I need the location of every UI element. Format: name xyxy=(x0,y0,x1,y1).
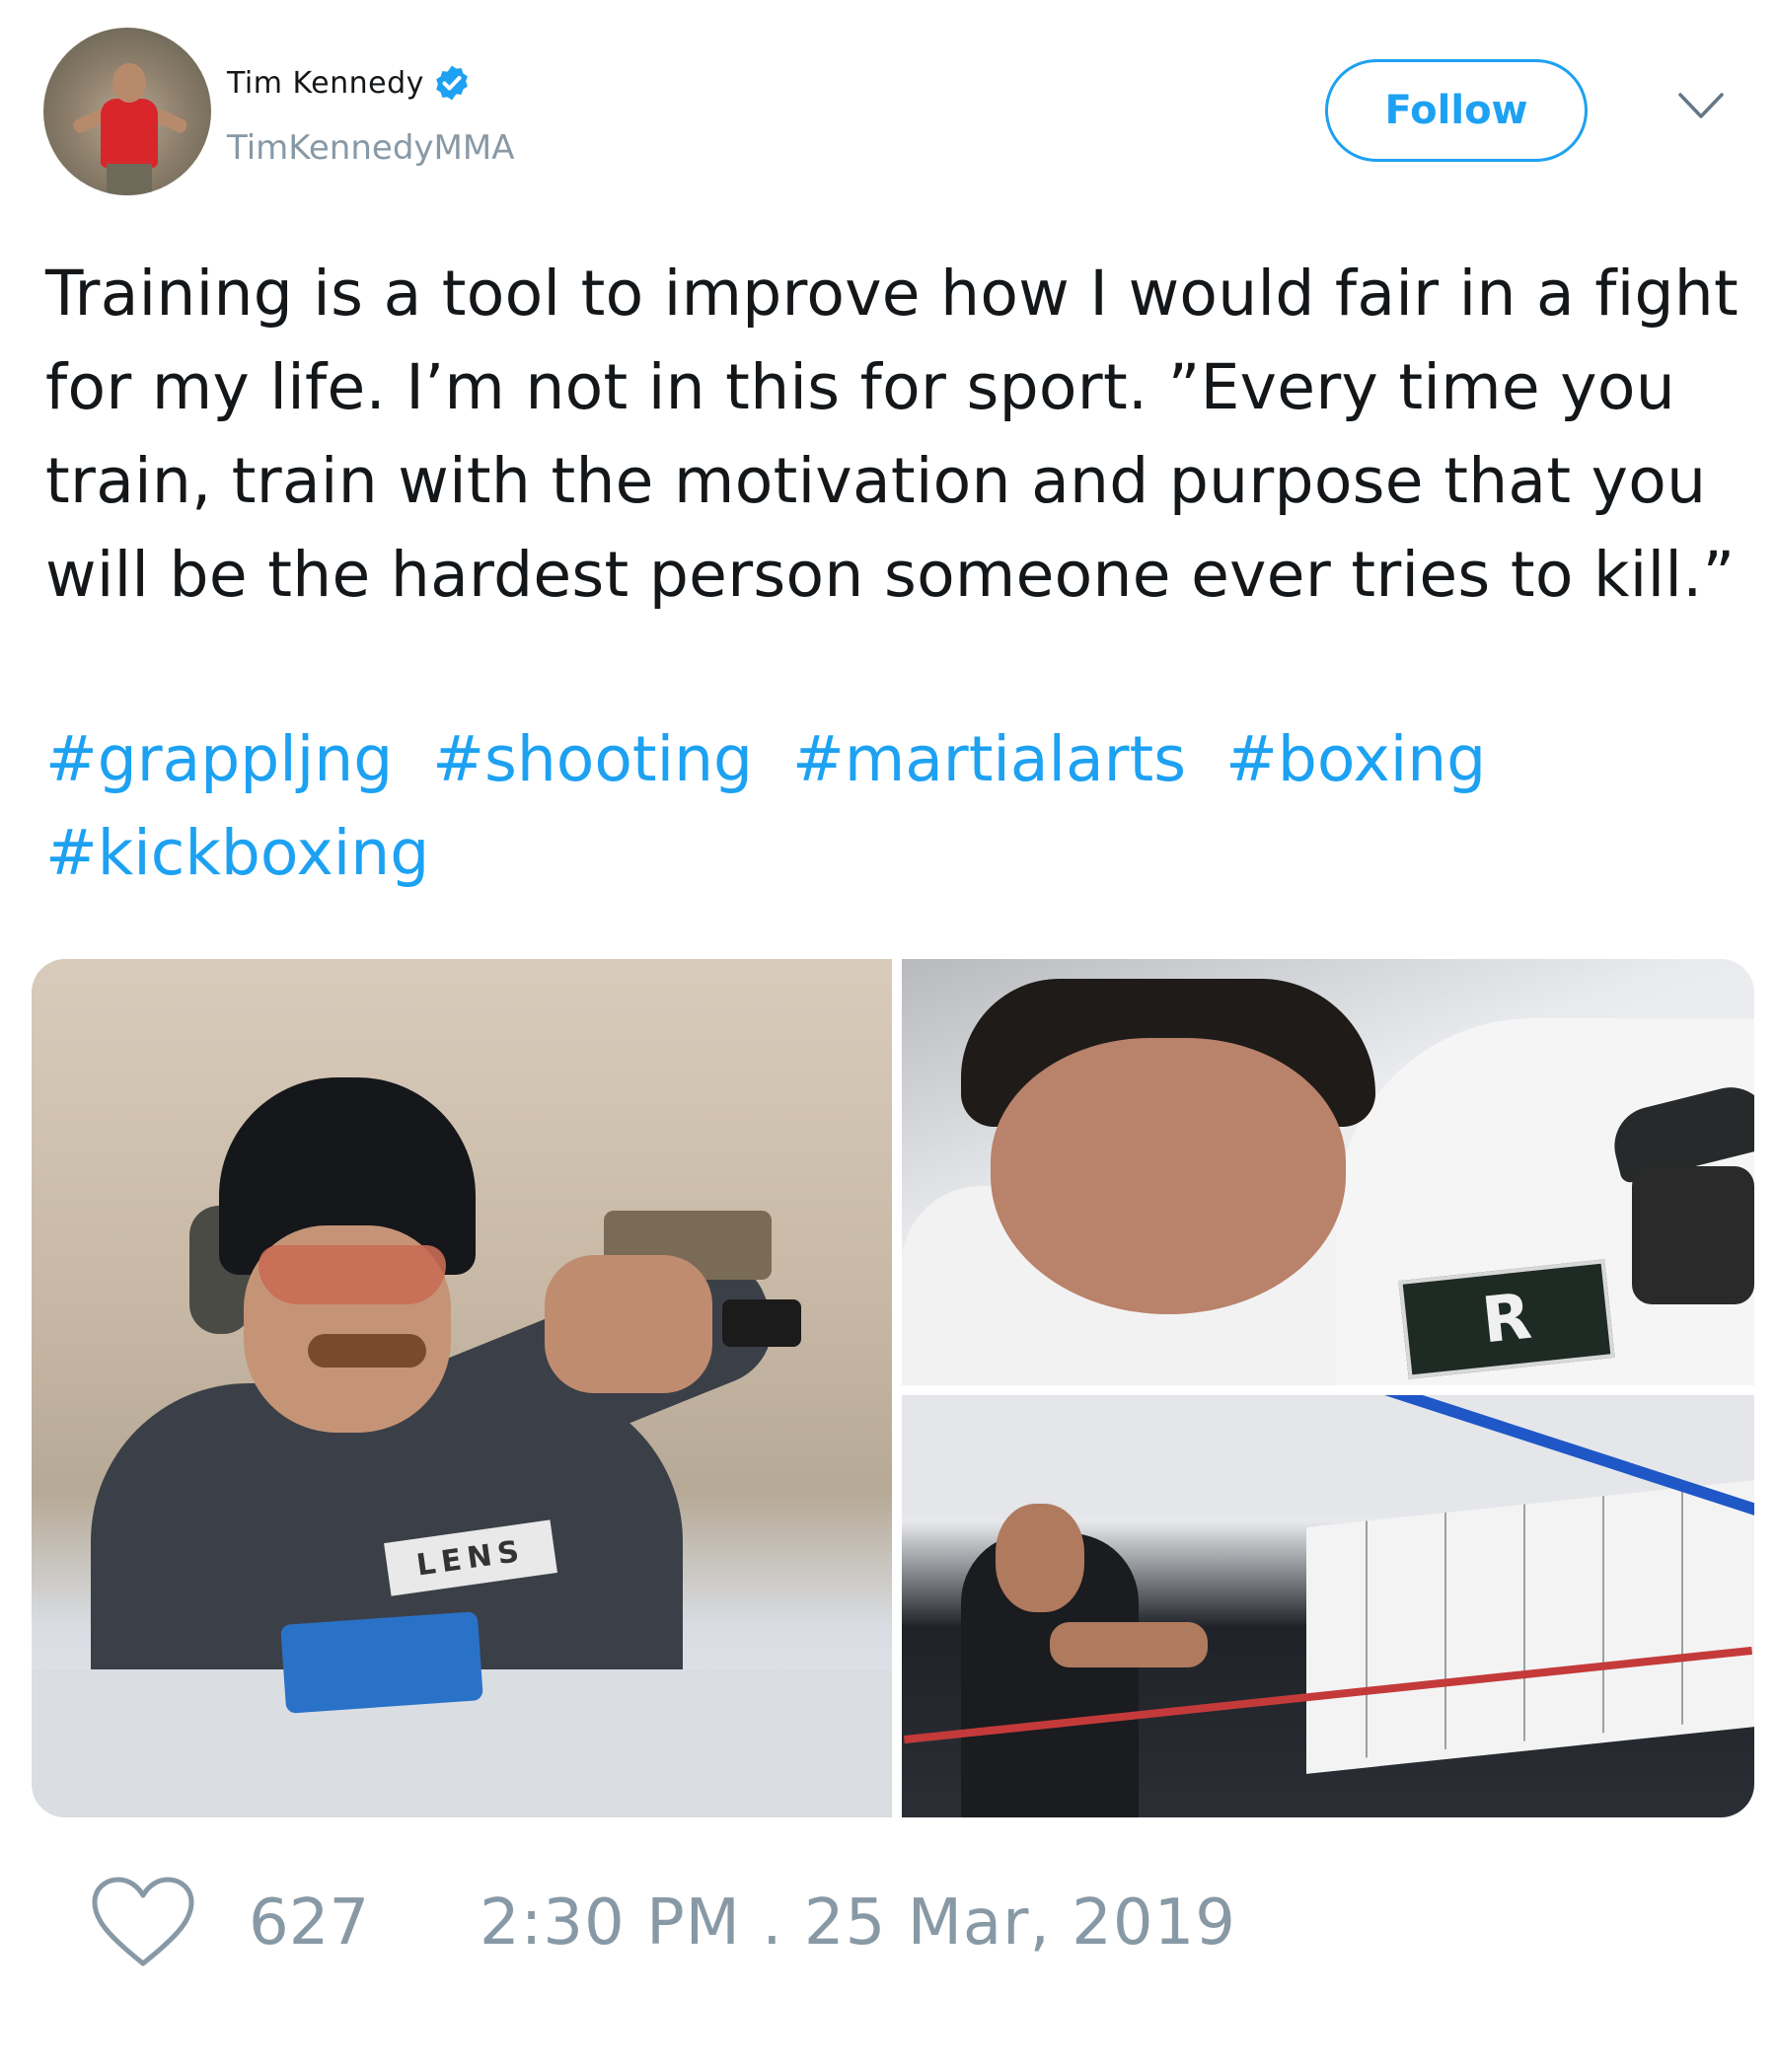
photo-shape xyxy=(996,1504,1084,1612)
photo-shape xyxy=(259,1245,446,1304)
photo-shape xyxy=(1306,1480,1754,1774)
photo-shape xyxy=(280,1611,483,1714)
photo-shape xyxy=(1523,1504,1525,1741)
hashtag-link[interactable]: #shooting xyxy=(432,723,753,795)
hashtag-link[interactable]: #grappljng xyxy=(45,723,393,795)
hashtag-link[interactable]: #kickboxing xyxy=(45,817,429,889)
photo-shape xyxy=(1681,1487,1683,1725)
tweet-text: Training is a tool to improve how I woul… xyxy=(45,258,1739,611)
media-photo-shooting[interactable]: LENS xyxy=(32,959,892,1817)
photo-shape xyxy=(1632,1166,1754,1304)
like-count[interactable]: 627 xyxy=(249,1887,369,1960)
media-photo-boxing[interactable] xyxy=(902,1395,1754,1817)
media-photo-grappling[interactable]: R xyxy=(902,959,1754,1385)
avatar-figure-arm xyxy=(152,108,189,135)
hashtag-link[interactable]: #boxing xyxy=(1225,723,1486,795)
tweet-timestamp[interactable]: 2:30 PM . 25 Mar, 2019 xyxy=(480,1887,1236,1960)
photo-shape xyxy=(1444,1512,1446,1750)
photo-shape xyxy=(545,1255,712,1393)
author-handle[interactable]: TimKennedyMMA xyxy=(227,128,514,168)
media-grid: LENS R xyxy=(32,959,1754,1817)
avatar-figure-torso xyxy=(101,99,158,168)
hashtag-link[interactable]: #martialarts xyxy=(792,723,1186,795)
chevron-down-icon[interactable] xyxy=(1677,91,1725,120)
photo-shape xyxy=(991,1038,1346,1314)
avatar-figure-legs xyxy=(107,164,152,195)
photo-shape xyxy=(1366,1520,1368,1758)
hashtag-list: #grappljng #shooting #martialarts #boxin… xyxy=(45,712,1742,900)
heart-icon[interactable] xyxy=(89,1875,197,1969)
avatar-figure-head xyxy=(112,63,146,103)
verified-badge-icon xyxy=(436,65,468,101)
author-display-name[interactable]: Tim Kennedy xyxy=(227,66,424,101)
author-name-row: Tim Kennedy xyxy=(227,63,472,103)
photo-shape xyxy=(722,1299,801,1347)
photo-shape xyxy=(1050,1622,1208,1667)
follow-button[interactable]: Follow xyxy=(1325,59,1588,162)
photo-shape xyxy=(1602,1496,1604,1734)
avatar[interactable] xyxy=(43,28,211,195)
photo-shape xyxy=(308,1334,426,1368)
